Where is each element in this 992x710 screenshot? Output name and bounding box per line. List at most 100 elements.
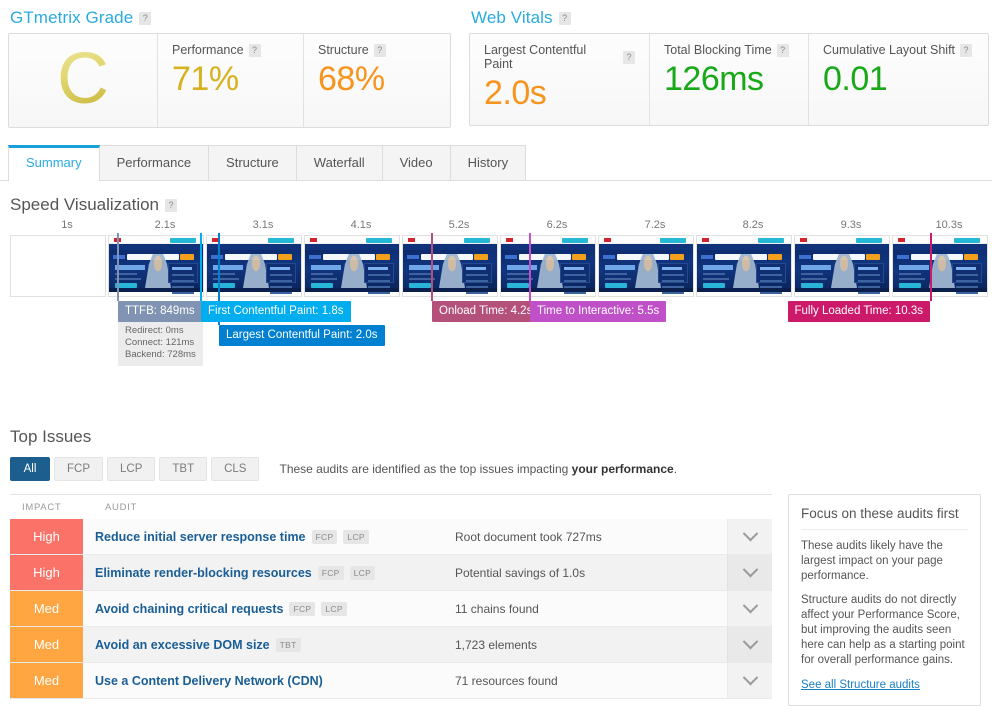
- see-all-structure-audits-link[interactable]: See all Structure audits: [801, 679, 920, 691]
- web-vitals-block: Web Vitals ? Largest Contentful Paint ? …: [469, 8, 989, 128]
- speed-visualization-title: Speed Visualization ?: [10, 195, 992, 215]
- help-icon[interactable]: ?: [960, 43, 973, 57]
- audit-cell: Use a Content Delivery Network (CDN): [83, 663, 455, 698]
- issues-table: IMPACT AUDIT High Reduce initial server r…: [10, 494, 772, 706]
- issues-area: IMPACT AUDIT High Reduce initial server r…: [10, 494, 992, 706]
- filmstrip-frame[interactable]: [304, 235, 400, 297]
- help-icon[interactable]: ?: [248, 43, 261, 57]
- timeline-tick: 1s: [61, 219, 73, 231]
- audit-tag: FCP: [317, 565, 344, 580]
- filmstrip-frame[interactable]: [10, 235, 106, 297]
- help-icon[interactable]: ?: [165, 198, 178, 212]
- expand-row-button[interactable]: [727, 663, 772, 698]
- issues-table-header: IMPACT AUDIT: [10, 495, 772, 519]
- lcp-label-row: Largest Contentful Paint ?: [484, 43, 635, 71]
- audit-link[interactable]: Use a Content Delivery Network (CDN): [95, 674, 323, 688]
- audit-link[interactable]: Avoid chaining critical requests: [95, 602, 283, 616]
- structure-label: Structure: [318, 43, 369, 57]
- tbt-value: 126ms: [664, 60, 764, 98]
- filmstrip-frame[interactable]: [892, 235, 988, 297]
- timeline-tick: 3.1s: [252, 219, 274, 231]
- tab-summary[interactable]: Summary: [8, 145, 100, 181]
- filmstrip-frame[interactable]: [206, 235, 302, 297]
- timeline-marker-line: [117, 233, 119, 301]
- ttfb-detail-backend: Backend: 728ms: [125, 349, 196, 360]
- tab-performance[interactable]: Performance: [98, 145, 210, 180]
- page-thumbnail: [403, 236, 497, 296]
- gtmetrix-report-page: GTmetrix Grade ? C Performance ? 71% Str…: [0, 0, 992, 710]
- filmstrip-frame[interactable]: [500, 235, 596, 297]
- audit-cell: Avoid chaining critical requests FCP LCP: [83, 591, 455, 626]
- audit-tag: FCP: [289, 601, 316, 616]
- focus-panel-paragraph-2: Structure audits do not directly affect …: [801, 594, 965, 666]
- performance-label-row: Performance ?: [172, 43, 289, 57]
- expand-row-button[interactable]: [727, 591, 772, 626]
- lcp-value: 2.0s: [484, 74, 547, 112]
- filter-lcp[interactable]: LCP: [107, 457, 156, 481]
- chevron-down-icon: [742, 669, 758, 686]
- filmstrip-frame[interactable]: [402, 235, 498, 297]
- focus-panel: Focus on these audits first These audits…: [788, 494, 981, 706]
- chevron-down-icon: [742, 633, 758, 650]
- web-vitals-title-text: Web Vitals: [471, 8, 553, 27]
- filter-tbt[interactable]: TBT: [159, 457, 208, 481]
- tab-history[interactable]: History: [449, 145, 527, 180]
- filter-all[interactable]: All: [10, 457, 50, 481]
- page-thumbnail: [109, 236, 203, 296]
- expand-row-button[interactable]: [727, 627, 772, 662]
- table-row[interactable]: High Eliminate render-blocking resources F…: [10, 555, 772, 591]
- timeline-ticks: 1s 2.1s 3.1s 4.1s 5.2s 6.2s 7.2s 8.2s 9.3s 10.3s: [0, 219, 992, 235]
- table-row[interactable]: Med Avoid an excessive DOM size TBT 1,723 e…: [10, 627, 772, 663]
- tab-waterfall[interactable]: Waterfall: [295, 145, 383, 180]
- audit-link[interactable]: Eliminate render-blocking resources: [95, 566, 312, 580]
- filter-fcp[interactable]: FCP: [54, 457, 103, 481]
- scores-row: GTmetrix Grade ? C Performance ? 71% Str…: [0, 0, 992, 128]
- speed-visualization-title-text: Speed Visualization: [10, 195, 160, 214]
- ttfb-detail-connect: Connect: 121ms: [125, 337, 195, 348]
- tab-video[interactable]: Video: [381, 145, 451, 180]
- filters-note-after: .: [673, 462, 678, 476]
- chevron-down-icon: [742, 561, 758, 578]
- performance-card: Performance ? 71%: [158, 34, 304, 127]
- expand-row-button[interactable]: [727, 519, 772, 554]
- focus-panel-title: Focus on these audits first: [801, 506, 968, 530]
- timeline-tick: 2.1s: [154, 219, 176, 231]
- help-icon[interactable]: ?: [558, 11, 571, 25]
- audit-value: 1,723 elements: [455, 637, 538, 652]
- top-issues-section: Top Issues All FCP LCP TBT CLS These aud…: [0, 427, 992, 706]
- audit-tag: LCP: [321, 601, 347, 616]
- filters-note-before: These audits are identified as the top i…: [279, 462, 572, 476]
- filters-note-bold: your performance: [571, 462, 674, 476]
- expand-row-button[interactable]: [727, 555, 772, 590]
- table-row[interactable]: High Reduce initial server response time F…: [10, 519, 772, 555]
- filmstrip-frame[interactable]: [696, 235, 792, 297]
- page-thumbnail: [599, 236, 693, 296]
- audit-link[interactable]: Avoid an excessive DOM size: [95, 638, 270, 652]
- gtmetrix-grade-block: GTmetrix Grade ? C Performance ? 71% Str…: [8, 8, 451, 128]
- table-row[interactable]: Med Avoid chaining critical requests FCP LC…: [10, 591, 772, 627]
- structure-value: 68%: [318, 60, 385, 98]
- page-thumbnail: [207, 236, 301, 296]
- timeline-tick: 6.2s: [546, 219, 568, 231]
- filmstrip-frame[interactable]: [794, 235, 890, 297]
- ttfb-details-box: Redirect: 0ms Connect: 121ms Backend: 728m…: [118, 321, 203, 366]
- filmstrip-frame[interactable]: [108, 235, 204, 297]
- table-row[interactable]: Med Use a Content Delivery Network (CDN) 7…: [10, 663, 772, 699]
- help-icon[interactable]: ?: [373, 43, 386, 57]
- page-thumbnail: [795, 236, 889, 296]
- structure-label-row: Structure ?: [318, 43, 436, 57]
- filmstrip-frame[interactable]: [598, 235, 694, 297]
- help-icon[interactable]: ?: [623, 50, 635, 64]
- chevron-down-icon: [742, 525, 758, 542]
- ttfb-detail-redirect: Redirect: 0ms: [125, 325, 184, 336]
- chevron-down-icon: [742, 597, 758, 614]
- help-icon[interactable]: ?: [776, 43, 789, 57]
- cls-label-row: Cumulative Layout Shift ?: [823, 43, 974, 57]
- help-icon[interactable]: ?: [139, 11, 152, 25]
- tab-structure[interactable]: Structure: [208, 145, 297, 180]
- tbt-label-row: Total Blocking Time ?: [664, 43, 794, 57]
- page-thumbnail: [501, 236, 595, 296]
- top-issues-filters: All FCP LCP TBT CLS These audits are ide…: [10, 457, 992, 481]
- audit-link[interactable]: Reduce initial server response time: [95, 530, 306, 544]
- filter-cls[interactable]: CLS: [211, 457, 260, 481]
